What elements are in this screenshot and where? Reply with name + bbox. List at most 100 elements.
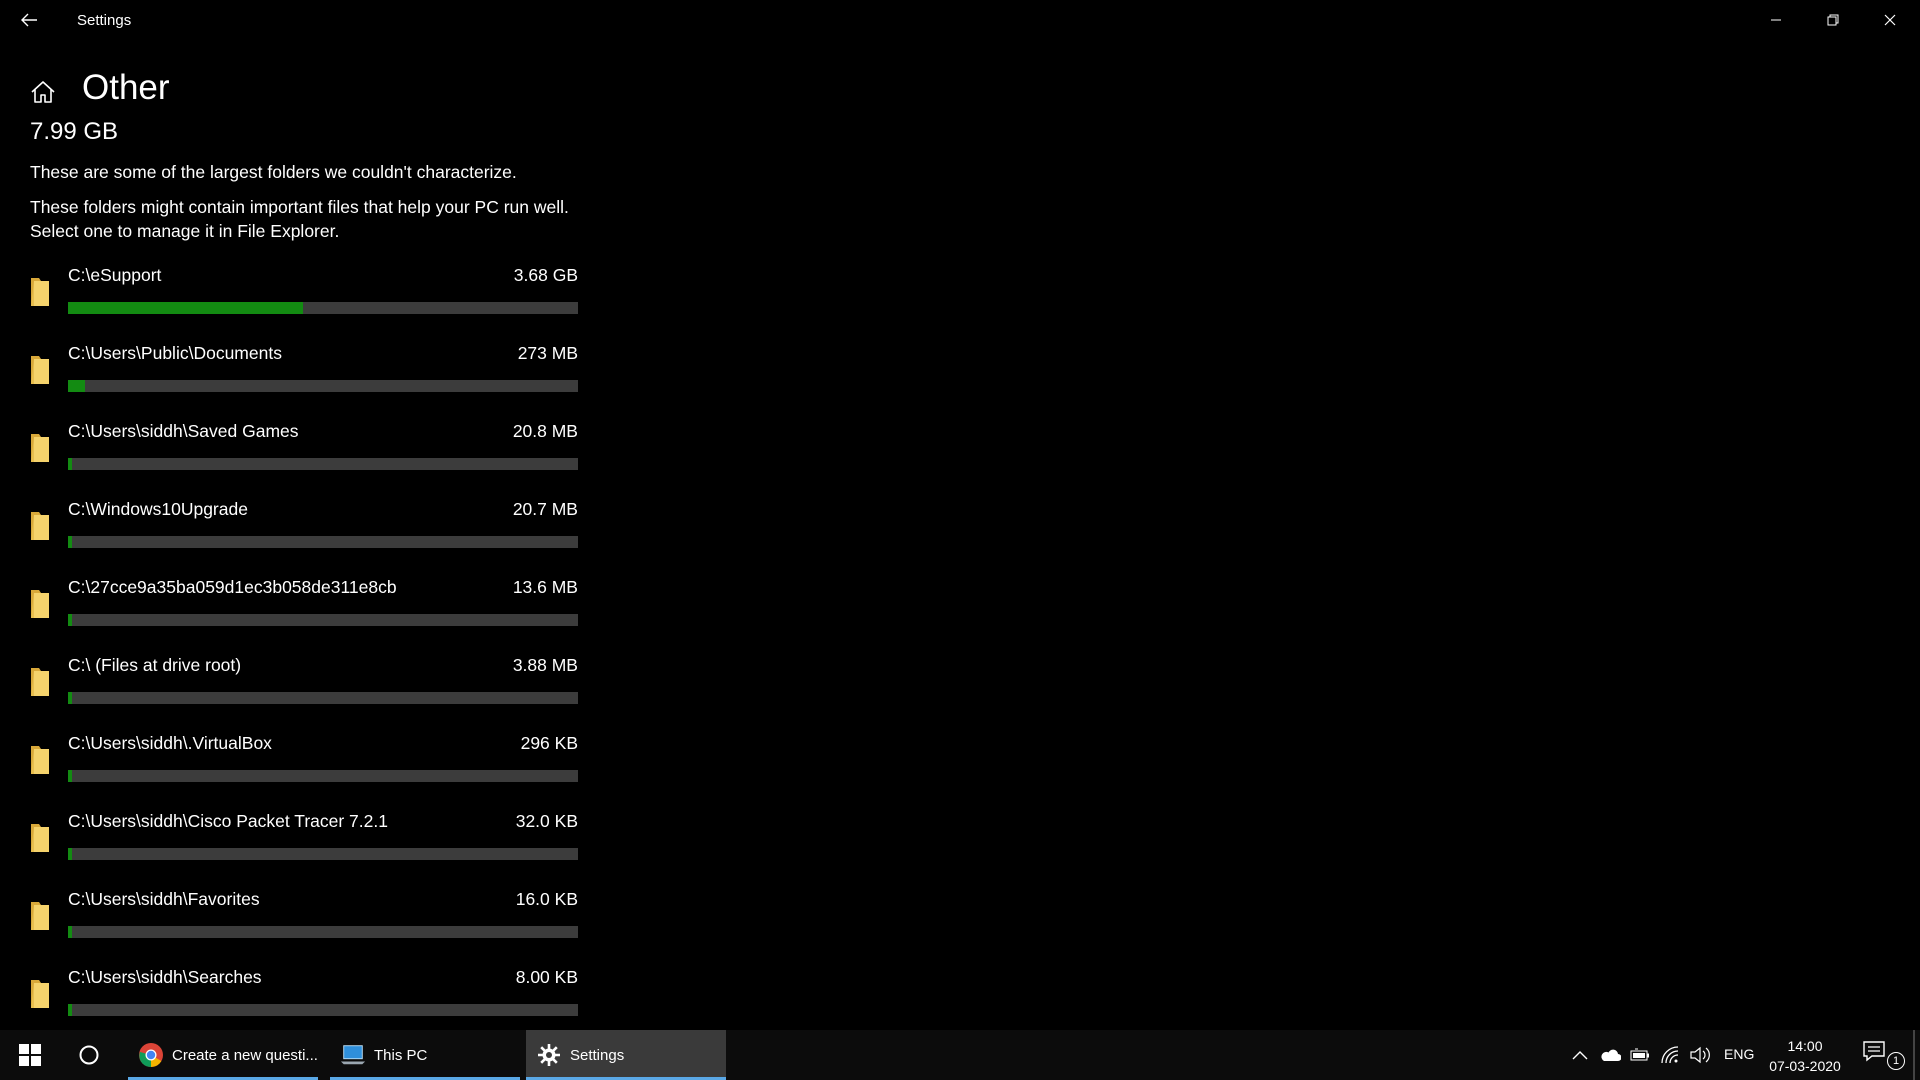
volume-button[interactable] bbox=[1688, 1042, 1712, 1068]
onedrive-cloud-icon bbox=[1601, 1049, 1621, 1061]
onedrive-button[interactable] bbox=[1598, 1042, 1622, 1068]
folder-size: 32.0 KB bbox=[515, 811, 578, 831]
taskbar-app-settings[interactable]: Settings bbox=[526, 1030, 726, 1080]
chrome-icon bbox=[138, 1042, 164, 1068]
usage-bar-fill bbox=[68, 848, 72, 860]
show-desktop-button[interactable] bbox=[1913, 1030, 1915, 1080]
usage-bar-fill bbox=[68, 1004, 72, 1016]
minimize-button[interactable] bbox=[1748, 0, 1804, 40]
usage-bar bbox=[68, 1004, 578, 1016]
windows-start-icon bbox=[19, 1044, 41, 1066]
description-text-2: These folders might contain important fi… bbox=[30, 197, 569, 241]
folder-icon bbox=[31, 746, 49, 774]
settings-gear-icon bbox=[536, 1042, 562, 1068]
window-title: Settings bbox=[77, 12, 132, 29]
usage-bar bbox=[68, 926, 578, 938]
taskbar: Create a new questi... This PC Settings bbox=[0, 1030, 1920, 1080]
description-text: These are some of the largest folders we… bbox=[30, 162, 517, 182]
folder-path: C:\Windows10Upgrade bbox=[68, 499, 248, 519]
folder-row[interactable]: C:\Windows10Upgrade 20.7 MB bbox=[0, 496, 590, 574]
folder-row[interactable]: C:\Users\siddh\Saved Games 20.8 MB bbox=[0, 418, 590, 496]
taskbar-app-label: This PC bbox=[374, 1046, 428, 1064]
this-pc-icon bbox=[340, 1042, 366, 1068]
folder-row[interactable]: C:\Users\siddh\.VirtualBox 296 KB bbox=[0, 730, 590, 808]
battery-button[interactable] bbox=[1628, 1042, 1652, 1068]
usage-bar-fill bbox=[68, 926, 72, 938]
folder-icon bbox=[31, 824, 49, 852]
folder-row[interactable]: C:\27cce9a35ba059d1ec3b058de311e8cb 13.6 … bbox=[0, 574, 590, 652]
folder-icon bbox=[31, 356, 49, 384]
restore-icon bbox=[1827, 14, 1839, 26]
action-center-button[interactable]: 1 bbox=[1862, 1040, 1905, 1070]
usage-bar bbox=[68, 848, 578, 860]
home-icon bbox=[31, 81, 55, 103]
minimize-icon bbox=[1771, 19, 1781, 21]
usage-bar-fill bbox=[68, 458, 72, 470]
folder-icon bbox=[31, 434, 49, 462]
folder-row[interactable]: C:\Users\siddh\Favorites 16.0 KB bbox=[0, 886, 590, 964]
folder-icon bbox=[31, 668, 49, 696]
clock-time: 14:00 bbox=[1787, 1038, 1823, 1054]
close-icon bbox=[1884, 14, 1896, 26]
folder-row[interactable]: C:\ (Files at drive root) 3.88 MB bbox=[0, 652, 590, 730]
notification-count: 1 bbox=[1887, 1052, 1905, 1070]
folder-path: C:\Users\siddh\Saved Games bbox=[68, 421, 299, 441]
taskbar-app-chrome[interactable]: Create a new questi... bbox=[128, 1030, 318, 1080]
taskbar-app-label: Create a new questi... bbox=[172, 1046, 318, 1064]
folder-path: C:\Users\Public\Documents bbox=[68, 343, 282, 363]
back-arrow-icon bbox=[21, 13, 37, 27]
folder-size: 8.00 KB bbox=[515, 967, 578, 987]
restore-button[interactable] bbox=[1805, 0, 1861, 40]
folder-path: C:\27cce9a35ba059d1ec3b058de311e8cb bbox=[68, 577, 397, 597]
back-button[interactable] bbox=[12, 4, 46, 36]
usage-bar-fill bbox=[68, 770, 72, 782]
folder-size: 13.6 MB bbox=[512, 577, 578, 597]
close-button[interactable] bbox=[1862, 0, 1918, 40]
input-language[interactable]: ENG bbox=[1724, 1046, 1754, 1062]
usage-bar-fill bbox=[68, 380, 86, 392]
clock[interactable]: 14:00 07-03-2020 bbox=[1760, 1036, 1850, 1076]
taskbar-app-label: Settings bbox=[570, 1046, 625, 1064]
folder-size: 3.88 MB bbox=[512, 655, 578, 675]
folder-size: 16.0 KB bbox=[515, 889, 578, 909]
folder-path: C:\Users\siddh\Cisco Packet Tracer 7.2.1 bbox=[68, 811, 388, 831]
folder-list: C:\eSupport 3.68 GB C:\Users\Public\Docume… bbox=[0, 262, 600, 1042]
taskbar-app-this-pc[interactable]: This PC bbox=[330, 1030, 520, 1080]
home-button[interactable] bbox=[28, 77, 58, 107]
folder-row[interactable]: C:\eSupport 3.68 GB bbox=[0, 262, 590, 340]
folder-path: C:\Users\siddh\Favorites bbox=[68, 889, 260, 909]
notification-icon bbox=[1863, 1041, 1885, 1062]
folder-icon bbox=[31, 590, 49, 618]
folder-path: C:\ (Files at drive root) bbox=[68, 655, 242, 675]
network-button[interactable] bbox=[1658, 1042, 1682, 1068]
usage-bar bbox=[68, 614, 578, 626]
folder-size: 3.68 GB bbox=[513, 265, 578, 285]
usage-bar-fill bbox=[68, 614, 72, 626]
title-bar: Settings bbox=[0, 0, 1920, 40]
folder-size: 273 MB bbox=[517, 343, 578, 363]
folder-path: C:\eSupport bbox=[68, 265, 162, 285]
folder-icon bbox=[31, 902, 49, 930]
usage-bar-fill bbox=[68, 302, 303, 314]
cortana-button[interactable] bbox=[60, 1030, 118, 1080]
total-size: 7.99 GB bbox=[30, 118, 119, 145]
folder-size: 20.7 MB bbox=[512, 499, 578, 519]
battery-icon bbox=[1630, 1048, 1649, 1061]
usage-bar bbox=[68, 302, 578, 314]
folder-row[interactable]: C:\Users\Public\Documents 273 MB bbox=[0, 340, 590, 418]
page-title: Other bbox=[82, 68, 170, 107]
folder-row[interactable]: C:\Users\siddh\Cisco Packet Tracer 7.2.1… bbox=[0, 808, 590, 886]
chevron-up-icon bbox=[1572, 1051, 1588, 1060]
usage-bar bbox=[68, 458, 578, 470]
usage-bar-fill bbox=[68, 536, 72, 548]
folder-path: C:\Users\siddh\Searches bbox=[68, 967, 262, 987]
folder-size: 20.8 MB bbox=[512, 421, 578, 441]
folder-icon bbox=[31, 512, 49, 540]
folder-icon bbox=[31, 980, 49, 1008]
show-hidden-icons-button[interactable] bbox=[1568, 1042, 1592, 1068]
usage-bar bbox=[68, 770, 578, 782]
usage-bar bbox=[68, 536, 578, 548]
folder-size: 296 KB bbox=[520, 733, 578, 753]
folder-path: C:\Users\siddh\.VirtualBox bbox=[68, 733, 272, 753]
start-button[interactable] bbox=[0, 1030, 60, 1080]
